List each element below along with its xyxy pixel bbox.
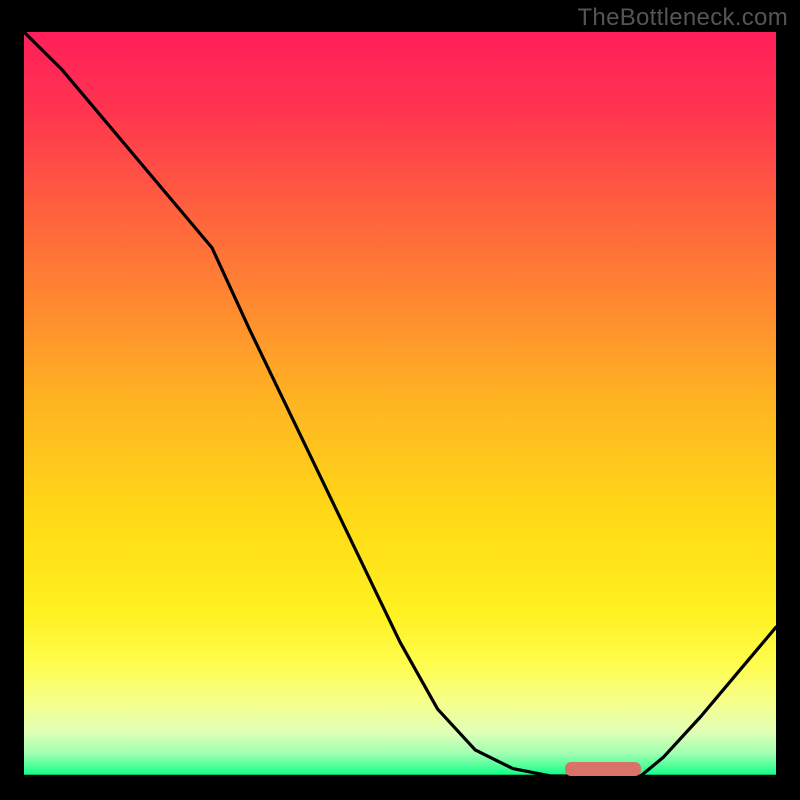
plot-area bbox=[24, 32, 776, 776]
optimal-marker bbox=[565, 762, 640, 776]
watermark-text: TheBottleneck.com bbox=[577, 4, 788, 32]
background-gradient bbox=[24, 32, 776, 776]
chart-container: TheBottleneck.com bbox=[0, 0, 800, 800]
